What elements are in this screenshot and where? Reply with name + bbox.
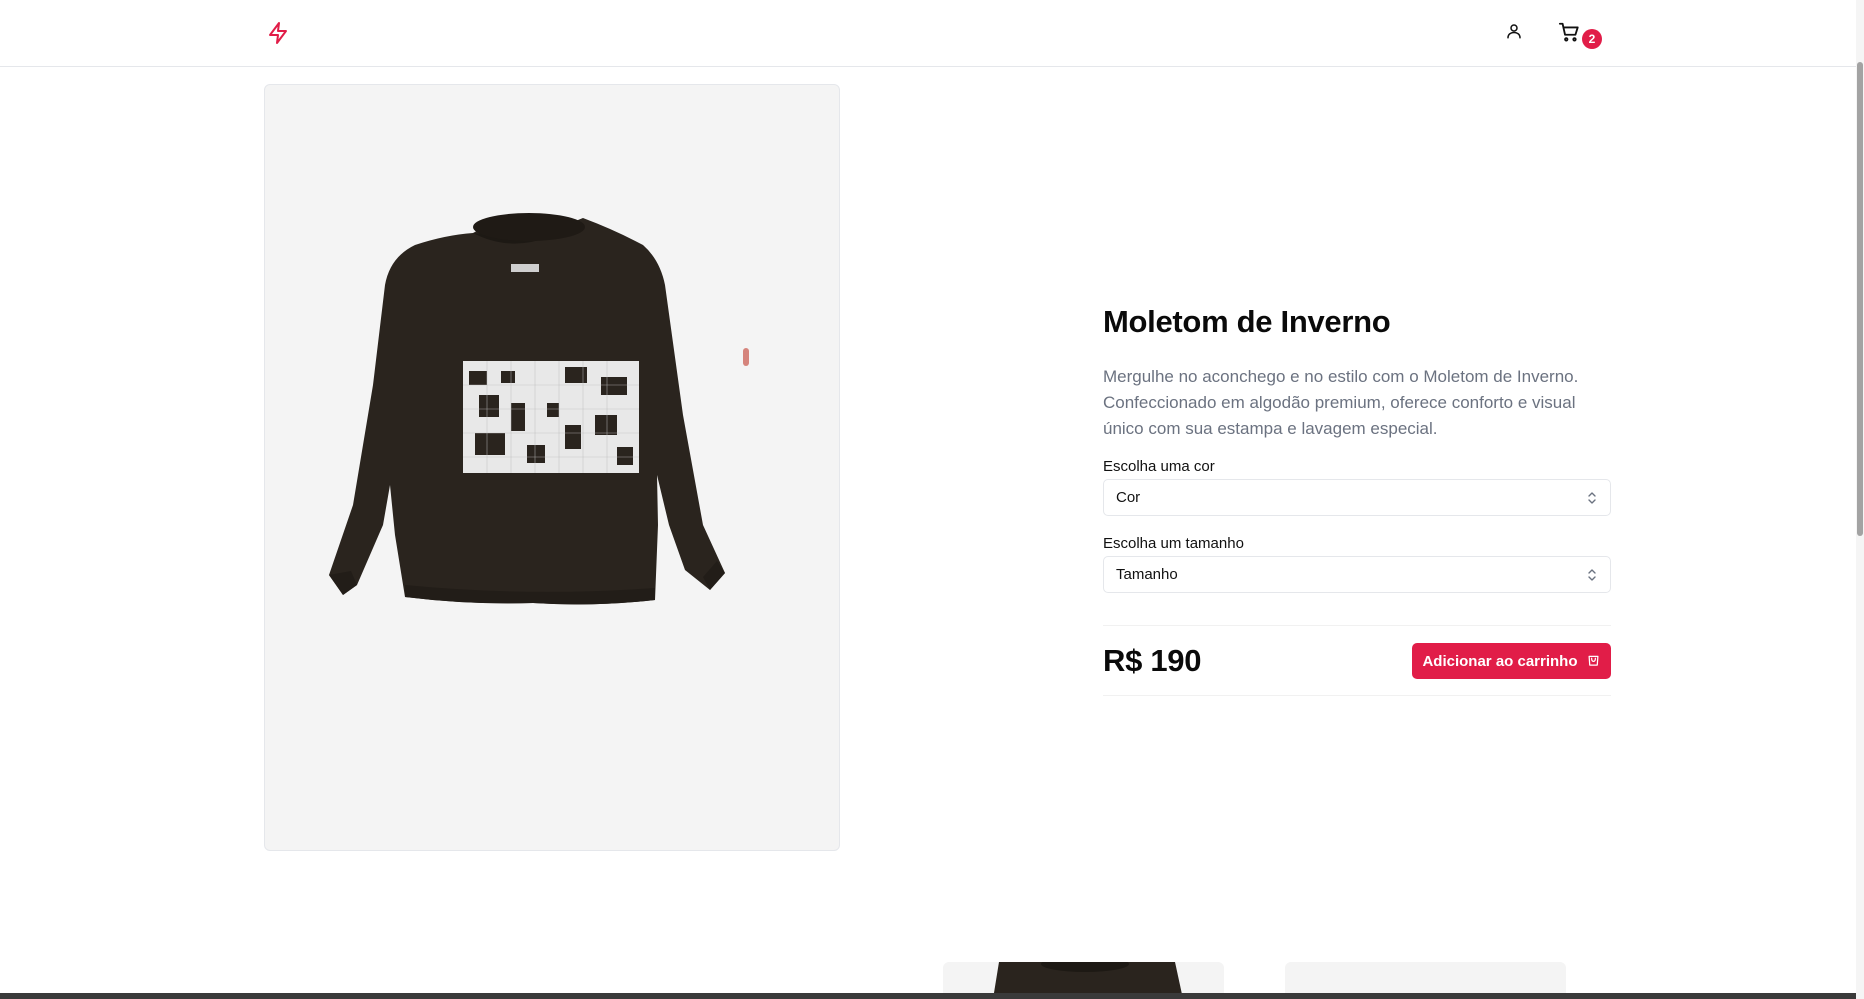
product-image [264,84,840,851]
size-select-value: Tamanho [1116,566,1178,583]
product-page: 2 Moletom de Inverno Mergulhe no aconche… [0,0,1864,999]
color-select-value: Cor [1116,489,1141,506]
chevron-up-down-icon [1586,491,1598,509]
size-label: Escolha um tamanho [1103,535,1244,552]
add-to-cart-label: Adicionar ao carrinho [1422,652,1578,670]
purchase-row: R$ 190 Adicionar ao carrinho [1103,625,1611,696]
cart-button[interactable]: 2 [1558,18,1602,50]
chevron-up-down-icon [1586,568,1598,586]
cart-count-badge: 2 [1582,29,1602,49]
user-icon [1505,21,1523,44]
product-info: Moletom de Inverno Mergulhe no aconchego… [1103,300,1611,593]
user-account-button[interactable] [1501,18,1527,46]
size-select[interactable]: Tamanho [1103,556,1611,593]
sweatshirt-photo [329,213,749,605]
window-bottom-edge [0,993,1856,999]
product-description: Mergulhe no aconchego e no estilo com o … [1103,367,1579,438]
add-to-cart-button[interactable]: Adicionar ao carrinho [1412,643,1611,679]
product-title: Moletom de Inverno [1103,304,1391,339]
scrollbar-thumb[interactable] [1857,62,1863,536]
shopping-bag-icon [1586,652,1601,671]
color-select[interactable]: Cor [1103,479,1611,516]
bolt-icon[interactable] [266,20,290,46]
product-price: R$ 190 [1103,643,1202,678]
top-navigation: 2 [0,0,1856,67]
color-label: Escolha uma cor [1103,458,1215,475]
